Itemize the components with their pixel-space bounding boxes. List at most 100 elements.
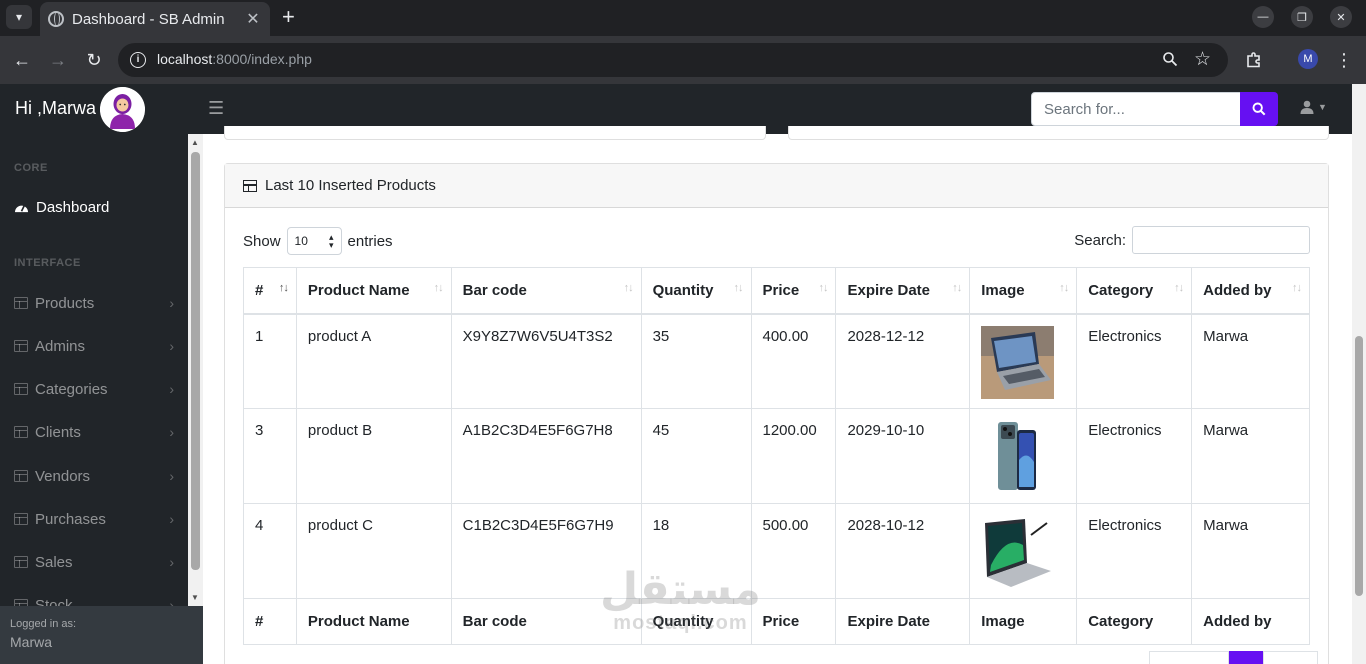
cell-id: 3 [243,408,297,504]
products-table: # ↑↓ Product Name ↑↓ Bar code ↑↓ Quantity ↑↓… [243,267,1310,645]
sidebar-heading-interface: INTERFACE [14,257,81,269]
restore-button[interactable]: ❐ [1291,6,1313,28]
table-row: 1 product A X9Y8Z7W6V5U4T3S2 35 400.00 2… [243,313,1310,409]
pagination-previous[interactable]: Previous [1149,651,1230,664]
pagination: Previous 1 Next [1149,651,1319,664]
cell-bar-code: X9Y8Z7W6V5U4T3S2 [450,313,642,409]
sidebar-item-label: Products [35,294,95,312]
products-card: Last 10 Inserted Products Show 10 ▴ ▾ ent… [224,163,1329,664]
sidebar-item-label: Admins [35,337,86,355]
column-header-expire-date[interactable]: Expire Date ↑↓ [835,267,971,315]
footer-header-image: Image [969,598,1078,645]
navbar-search-button[interactable] [1240,92,1278,126]
navbar-brand[interactable]: Hi ,Marwa [15,98,96,119]
columns-icon [14,297,28,309]
entries-select[interactable]: 10 ▴ ▾ [286,227,342,255]
browser-tab[interactable]: Dashboard - SB Admin ✕ [40,2,270,36]
user-dropdown[interactable]: ▼ [1300,100,1327,114]
browser-tab-strip: ▾ Dashboard - SB Admin ✕ + — ❐ ✕ [0,0,1366,36]
sidebar-item-label: Vendors [35,467,91,485]
sort-icon: ↑↓ [1059,282,1069,294]
sidebar-item-clients[interactable]: Clients › [14,422,174,442]
back-icon[interactable]: ← [10,48,34,72]
chevron-right-icon: › [169,424,174,440]
page-scrollbar[interactable] [1352,84,1366,664]
table-row: 4 product C C1B2C3D4E5F6G7H9 18 500.00 2… [243,503,1310,599]
column-header-quantity[interactable]: Quantity ↑↓ [640,267,752,315]
navbar-search-input[interactable] [1031,92,1241,126]
browser-menu-icon[interactable]: ⋮ [1332,48,1356,72]
watermark: مستقل mostaql.com [600,568,761,635]
sidebar-item-label: Sales [35,553,73,571]
user-icon [1300,100,1314,114]
column-header-product-name[interactable]: Product Name ↑↓ [295,267,452,315]
table-icon [243,179,257,192]
forward-icon[interactable]: → [46,48,70,72]
new-tab-button[interactable]: + [282,4,295,30]
sidebar-item-label: Clients [35,423,81,441]
sidebar-item-vendors[interactable]: Vendors › [14,466,174,486]
sidebar-item-categories[interactable]: Categories › [14,379,174,399]
address-bar[interactable]: i localhost:8000/index.php ☆ [118,43,1228,77]
site-info-icon[interactable]: i [130,52,146,68]
reload-icon[interactable]: ↻ [82,48,106,72]
sidebar-item-purchases[interactable]: Purchases › [14,509,174,529]
table-search-input[interactable] [1132,226,1310,254]
cell-product-name: product B [295,408,452,504]
sidebar-footer: Logged in as: Marwa [0,606,203,664]
column-header-added-by[interactable]: Added by ↑↓ [1191,267,1310,315]
sidebar-item-admins[interactable]: Admins › [14,336,174,356]
url-text: localhost:8000/index.php [157,51,312,67]
cell-price: 500.00 [750,503,837,599]
pagination-page-1[interactable]: 1 [1229,651,1264,664]
cell-id: 1 [243,313,297,409]
cell-quantity: 45 [640,408,752,504]
sidebar-item-sales[interactable]: Sales › [14,552,174,572]
page-scroll-thumb[interactable] [1355,336,1363,596]
footer-header-id: # [243,598,297,645]
sidebar-item-products[interactable]: Products › [14,293,174,313]
close-tab-icon[interactable]: ✕ [244,9,262,29]
close-window-button[interactable]: ✕ [1330,6,1352,28]
chevron-right-icon: › [169,338,174,354]
extensions-icon[interactable] [1242,48,1266,72]
browser-toolbar: ← → ↻ i localhost:8000/index.php ☆ M ⋮ [0,36,1366,84]
sort-icon: ↑↓ [1292,282,1302,294]
entries-value: 10 [294,234,308,248]
cell-product-name: product A [295,313,452,409]
cell-product-name: product C [295,503,452,599]
minimize-button[interactable]: — [1252,6,1274,28]
chevron-right-icon: › [169,468,174,484]
logged-in-label: Logged in as: [10,618,77,630]
sidebar-toggle-icon[interactable]: ☰ [208,98,224,119]
scroll-up-arrow[interactable]: ▲ [191,138,199,147]
sidebar-item-dashboard[interactable]: Dashboard [14,197,174,217]
chevron-right-icon: › [169,511,174,527]
footer-header-expire-date: Expire Date [835,598,971,645]
cell-expire-date: 2028-12-12 [835,313,971,409]
columns-icon [14,470,28,482]
card-title: Last 10 Inserted Products [265,177,436,194]
cell-expire-date: 2029-10-10 [835,408,971,504]
pagination-next[interactable]: Next [1263,651,1319,664]
scroll-down-arrow[interactable]: ▼ [191,593,199,602]
zoom-icon[interactable] [1162,51,1178,72]
sort-icon: ↑↓ [1174,282,1184,294]
select-caret-icon: ▴ ▾ [329,232,334,250]
sidebar-scroll-thumb[interactable] [191,152,200,570]
tab-search-button[interactable]: ▾ [6,5,32,29]
globe-icon [48,11,64,27]
sort-icon: ↑↓ [952,282,962,294]
column-header-image[interactable]: Image ↑↓ [969,267,1078,315]
bookmark-star-icon[interactable]: ☆ [1194,48,1211,71]
profile-avatar[interactable]: M [1298,49,1318,69]
column-header-bar-code[interactable]: Bar code ↑↓ [450,267,642,315]
column-header-price[interactable]: Price ↑↓ [750,267,837,315]
column-header-category[interactable]: Category ↑↓ [1076,267,1193,315]
cell-bar-code: A1B2C3D4E5F6G7H8 [450,408,642,504]
column-header-id[interactable]: # ↑↓ [243,267,297,315]
sort-icon: ↑↓ [733,282,744,294]
cell-category: Electronics [1076,503,1193,599]
columns-icon [14,340,28,352]
sidebar-scrollbar[interactable]: ▲ ▼ [188,134,203,606]
